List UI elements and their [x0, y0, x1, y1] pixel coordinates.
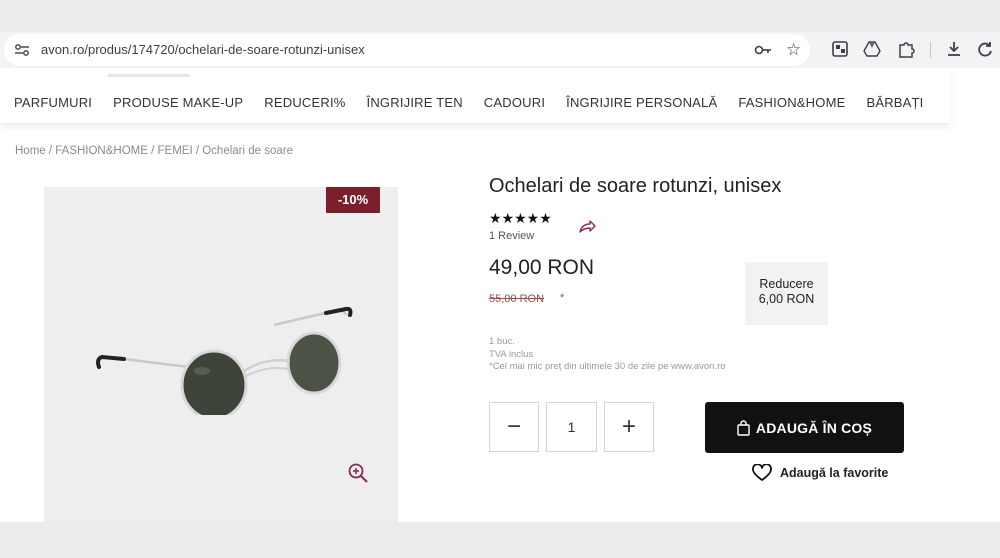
product-info: 1 buc. TVA inclus *Cel mai mic preț din …	[489, 336, 726, 374]
address-bar[interactable]: avon.ro/produs/174720/ochelari-de-soare-…	[4, 34, 810, 66]
quantity-decrease-button[interactable]: −	[489, 402, 539, 452]
puzzle-icon[interactable]	[896, 39, 916, 59]
key-icon[interactable]	[754, 42, 772, 58]
nav-item-cadouri[interactable]: CADOURI	[484, 95, 545, 110]
old-price-mark: *	[560, 292, 565, 304]
nav-item-barbati[interactable]: BĂRBAȚI	[866, 95, 923, 110]
product-image[interactable]: -10%	[44, 187, 398, 522]
url-text[interactable]: avon.ro/produs/174720/ochelari-de-soare-…	[41, 42, 365, 57]
add-to-cart-button[interactable]: ADAUGĂ ÎN COȘ	[705, 402, 904, 453]
nav-hover-marker	[108, 74, 190, 77]
review-count[interactable]: 1 Review	[489, 230, 534, 242]
share-icon[interactable]	[578, 220, 596, 234]
nav-item-fashion-home[interactable]: FASHION&HOME	[738, 95, 845, 110]
refresh-icon[interactable]	[975, 39, 995, 59]
sunglasses-image	[96, 306, 353, 415]
tune-icon[interactable]	[14, 43, 30, 57]
vat-text: TVA inclus	[489, 348, 534, 360]
lowest-price-note: *Cel mai mic preț din ultimele 30 de zil…	[489, 361, 726, 372]
add-to-favorites-button[interactable]: Adaugă la favorite	[752, 464, 888, 482]
current-price: 49,00 RON	[489, 256, 595, 279]
unit-text: 1 buc.	[489, 336, 515, 347]
browser-toolbar: avon.ro/produs/174720/ochelari-de-soare-…	[0, 32, 1000, 68]
main-navigation: PARFUMURI PRODUSE MAKE-UP REDUCERI% ÎNGR…	[0, 68, 950, 124]
add-to-favorites-label: Adaugă la favorite	[780, 466, 889, 480]
discount-box: Reducere 6,00 RON	[745, 262, 828, 325]
extension-icon[interactable]	[830, 39, 850, 59]
zoom-icon[interactable]	[347, 462, 369, 484]
quantity-increase-button[interactable]: +	[604, 402, 654, 452]
quantity-input[interactable]: 1	[546, 402, 597, 452]
toolbar-separator	[930, 42, 931, 58]
nav-item-make-up[interactable]: PRODUSE MAKE-UP	[113, 95, 243, 110]
nav-item-ingrijire-ten[interactable]: ÎNGRIJIRE TEN	[367, 95, 463, 110]
breadcrumb[interactable]: Home / FASHION&HOME / FEMEI / Ochelari d…	[15, 145, 293, 157]
heart-icon	[752, 464, 772, 481]
old-price: 55,00 RON	[489, 293, 545, 305]
rating-stars[interactable]: ★★★★★	[489, 210, 552, 227]
nav-item-ingrijire-personala[interactable]: ÎNGRIJIRE PERSONALĂ	[566, 95, 717, 110]
nav-item-reduceri[interactable]: REDUCERI%	[264, 95, 345, 110]
download-icon[interactable]	[944, 39, 964, 59]
nav-menu: PARFUMURI PRODUSE MAKE-UP REDUCERI% ÎNGR…	[14, 95, 945, 110]
add-to-cart-label: ADAUGĂ ÎN COȘ	[755, 419, 873, 436]
page-content: PARFUMURI PRODUSE MAKE-UP REDUCERI% ÎNGR…	[0, 68, 1000, 522]
discount-badge: -10%	[326, 187, 380, 213]
bookmark-star-icon[interactable]: ☆	[786, 40, 801, 60]
discount-label: Reducere	[759, 277, 814, 291]
nav-item-parfumuri[interactable]: PARFUMURI	[14, 95, 92, 110]
drive-icon[interactable]	[862, 39, 882, 59]
discount-value: 6,00 RON	[758, 292, 815, 306]
shopping-bag-icon	[737, 419, 750, 436]
product-title: Ochelari de soare rotunzi, unisex	[489, 175, 782, 197]
